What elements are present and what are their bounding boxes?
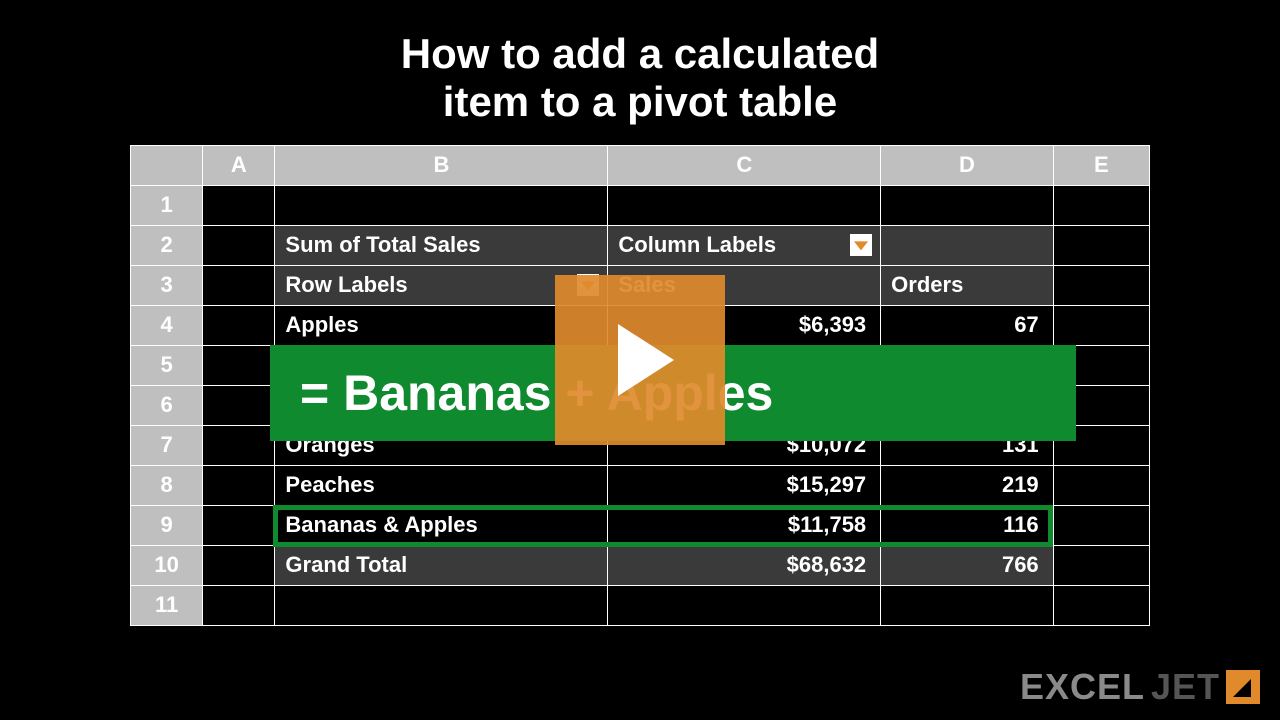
- select-all-corner[interactable]: [131, 145, 203, 185]
- cell-a8[interactable]: [203, 465, 275, 505]
- column-labels-cell[interactable]: Column Labels: [608, 225, 881, 265]
- row-header-3[interactable]: 3: [131, 265, 203, 305]
- grand-total-sales[interactable]: $68,632: [608, 545, 881, 585]
- row-header-7[interactable]: 7: [131, 425, 203, 465]
- cell-b11[interactable]: [275, 585, 608, 625]
- bananas-apples-sales[interactable]: $11,758: [608, 505, 881, 545]
- cell-e4[interactable]: [1053, 305, 1149, 345]
- cell-e2[interactable]: [1053, 225, 1149, 265]
- grand-total-label[interactable]: Grand Total: [275, 545, 608, 585]
- cell-a4[interactable]: [203, 305, 275, 345]
- cell-a2[interactable]: [203, 225, 275, 265]
- cell-e1[interactable]: [1053, 185, 1149, 225]
- col-header-e[interactable]: E: [1053, 145, 1149, 185]
- cell-a7[interactable]: [203, 425, 275, 465]
- cell-e9[interactable]: [1053, 505, 1149, 545]
- column-labels-text: Column Labels: [618, 232, 776, 258]
- exceljet-logo: EXCELJET: [1020, 666, 1260, 708]
- cell-c11[interactable]: [608, 585, 881, 625]
- cell-d11[interactable]: [881, 585, 1054, 625]
- row-header-6[interactable]: 6: [131, 385, 203, 425]
- col-header-d[interactable]: D: [881, 145, 1054, 185]
- cell-e10[interactable]: [1053, 545, 1149, 585]
- page-title: How to add a calculated item to a pivot …: [0, 0, 1280, 145]
- cell-a6[interactable]: [203, 385, 275, 425]
- logo-text-excel: EXCEL: [1020, 666, 1145, 708]
- row-labels-text: Row Labels: [285, 272, 407, 298]
- cell-e3[interactable]: [1053, 265, 1149, 305]
- row-header-10[interactable]: 10: [131, 545, 203, 585]
- cell-e8[interactable]: [1053, 465, 1149, 505]
- column-labels-dropdown-icon[interactable]: [850, 234, 872, 256]
- peaches-orders[interactable]: 219: [881, 465, 1054, 505]
- cell-d1[interactable]: [881, 185, 1054, 225]
- cell-a11[interactable]: [203, 585, 275, 625]
- logo-text-jet: JET: [1151, 666, 1220, 708]
- item-peaches[interactable]: Peaches: [275, 465, 608, 505]
- title-line-2: item to a pivot table: [443, 78, 837, 125]
- cell-e11[interactable]: [1053, 585, 1149, 625]
- peaches-sales[interactable]: $15,297: [608, 465, 881, 505]
- cell-a3[interactable]: [203, 265, 275, 305]
- row-header-11[interactable]: 11: [131, 585, 203, 625]
- col-header-c[interactable]: C: [608, 145, 881, 185]
- title-line-1: How to add a calculated: [401, 30, 879, 77]
- item-bananas-apples[interactable]: Bananas & Apples: [275, 505, 608, 545]
- col-header-a[interactable]: A: [203, 145, 275, 185]
- row-header-2[interactable]: 2: [131, 225, 203, 265]
- logo-arrow-icon: [1226, 670, 1260, 704]
- row-header-1[interactable]: 1: [131, 185, 203, 225]
- row-header-8[interactable]: 8: [131, 465, 203, 505]
- row-header-9[interactable]: 9: [131, 505, 203, 545]
- col-header-b[interactable]: B: [275, 145, 608, 185]
- cell-a10[interactable]: [203, 545, 275, 585]
- apples-orders[interactable]: 67: [881, 305, 1054, 345]
- play-button[interactable]: [555, 275, 725, 445]
- row-header-5[interactable]: 5: [131, 345, 203, 385]
- bananas-apples-orders[interactable]: 116: [881, 505, 1054, 545]
- cell-a5[interactable]: [203, 345, 275, 385]
- orders-col-header[interactable]: Orders: [881, 265, 1054, 305]
- grand-total-orders[interactable]: 766: [881, 545, 1054, 585]
- cell-b1[interactable]: [275, 185, 608, 225]
- cell-a1[interactable]: [203, 185, 275, 225]
- cell-c1[interactable]: [608, 185, 881, 225]
- cell-a9[interactable]: [203, 505, 275, 545]
- cell-d2[interactable]: [881, 225, 1054, 265]
- sum-of-sales-label[interactable]: Sum of Total Sales: [275, 225, 608, 265]
- row-header-4[interactable]: 4: [131, 305, 203, 345]
